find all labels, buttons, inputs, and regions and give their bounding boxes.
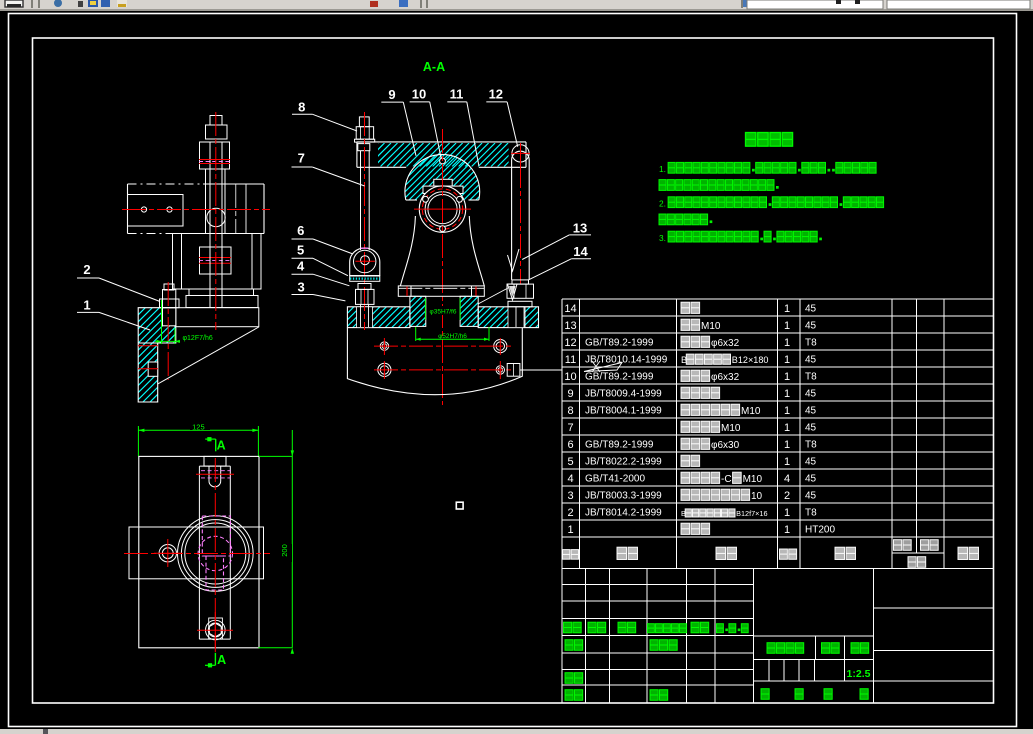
svg-text:14: 14	[564, 303, 576, 315]
svg-text:45: 45	[805, 457, 817, 468]
svg-text:2: 2	[567, 507, 573, 519]
svg-text:T8: T8	[805, 372, 817, 383]
svg-text:HT200: HT200	[805, 525, 835, 536]
svg-text:A: A	[217, 439, 226, 453]
svg-text:2: 2	[784, 490, 790, 502]
svg-text:M10: M10	[721, 423, 741, 434]
svg-text:B12×180: B12×180	[732, 355, 769, 365]
svg-text:φ12F7/h6: φ12F7/h6	[183, 335, 213, 342]
svg-text:45: 45	[805, 304, 817, 315]
svg-text:4: 4	[567, 473, 573, 485]
svg-text:45: 45	[805, 355, 817, 366]
svg-text:M10: M10	[743, 474, 763, 485]
svg-text:1: 1	[784, 337, 790, 349]
svg-text:5: 5	[567, 456, 573, 468]
svg-text:13: 13	[564, 320, 576, 332]
svg-text:1:2.5: 1:2.5	[847, 668, 871, 680]
svg-text:GB/T41-2000: GB/T41-2000	[585, 474, 645, 485]
svg-text:1: 1	[784, 456, 790, 468]
svg-text:125: 125	[192, 422, 205, 431]
svg-text:1: 1	[784, 439, 790, 451]
svg-text:13: 13	[573, 220, 587, 235]
svg-text:11: 11	[565, 354, 576, 366]
svg-text:8: 8	[298, 100, 305, 115]
svg-text:5: 5	[297, 243, 304, 258]
svg-text:1: 1	[784, 388, 790, 400]
svg-text:1: 1	[784, 524, 790, 536]
svg-text:10: 10	[412, 86, 426, 101]
svg-text:φ6x32: φ6x32	[711, 372, 740, 383]
svg-text:T8: T8	[805, 508, 817, 519]
svg-text:1: 1	[784, 507, 790, 519]
svg-text:φ6x30: φ6x30	[711, 440, 740, 451]
svg-text:A-A: A-A	[423, 60, 445, 74]
svg-text:11: 11	[450, 86, 464, 101]
svg-text:10: 10	[564, 371, 576, 383]
svg-text:12: 12	[564, 337, 576, 349]
svg-text:2: 2	[83, 262, 90, 277]
svg-text:1: 1	[784, 354, 790, 366]
svg-text:4: 4	[297, 259, 305, 274]
svg-text:GB/T89.2-1999: GB/T89.2-1999	[585, 440, 654, 451]
svg-text:B12f7×16: B12f7×16	[736, 509, 767, 518]
svg-text:7: 7	[567, 422, 573, 434]
svg-text:1: 1	[784, 405, 790, 417]
svg-text:45: 45	[805, 406, 817, 417]
svg-text:M10: M10	[741, 406, 761, 417]
svg-text:45: 45	[805, 321, 817, 332]
svg-text:45: 45	[805, 491, 817, 502]
svg-text:φ6x32: φ6x32	[711, 338, 740, 349]
svg-text:45: 45	[805, 423, 817, 434]
svg-text:JB/T8004.1-1999: JB/T8004.1-1999	[585, 406, 662, 417]
svg-text:φ52H7/h6: φ52H7/h6	[438, 333, 467, 340]
svg-text:-C: -C	[721, 474, 732, 485]
svg-text:φ35H7/f6: φ35H7/f6	[430, 309, 457, 316]
svg-text:7: 7	[298, 151, 305, 166]
svg-text:9: 9	[567, 388, 573, 400]
svg-text:200: 200	[280, 544, 289, 557]
svg-text:GB/T89.2-1999: GB/T89.2-1999	[585, 338, 654, 349]
svg-text:3: 3	[297, 280, 304, 295]
svg-text:4: 4	[784, 473, 790, 485]
svg-text:6: 6	[297, 223, 304, 238]
svg-text:14: 14	[573, 244, 588, 259]
svg-text:M10: M10	[701, 321, 721, 332]
svg-text:45: 45	[805, 474, 817, 485]
svg-text:JB/T8014.2-1999: JB/T8014.2-1999	[585, 508, 662, 519]
svg-text:A: A	[217, 653, 226, 667]
svg-text:1: 1	[784, 422, 790, 434]
svg-text:1: 1	[784, 371, 790, 383]
svg-text:T8: T8	[805, 338, 817, 349]
svg-text:8: 8	[567, 405, 573, 417]
svg-text:JB/T8003.3-1999: JB/T8003.3-1999	[585, 491, 662, 502]
svg-text:12: 12	[489, 86, 503, 101]
svg-text:10: 10	[751, 491, 763, 502]
svg-text:1: 1	[83, 298, 90, 313]
svg-text:T8: T8	[805, 440, 817, 451]
svg-text:1: 1	[784, 303, 790, 315]
svg-text:2.: 2.	[659, 198, 666, 208]
svg-text:6: 6	[567, 439, 573, 451]
svg-text:1.: 1.	[659, 164, 666, 174]
svg-text:JB/T8022.2-1999: JB/T8022.2-1999	[585, 457, 662, 468]
svg-text:JB/T8009.4-1999: JB/T8009.4-1999	[585, 389, 662, 400]
svg-text:3: 3	[567, 490, 573, 502]
svg-text:45: 45	[805, 389, 817, 400]
svg-text:9: 9	[388, 87, 395, 102]
svg-text:GB/T89.2-1999: GB/T89.2-1999	[585, 372, 654, 383]
svg-text:3.: 3.	[659, 233, 666, 243]
svg-text:1: 1	[784, 320, 790, 332]
svg-text:1: 1	[567, 524, 573, 536]
